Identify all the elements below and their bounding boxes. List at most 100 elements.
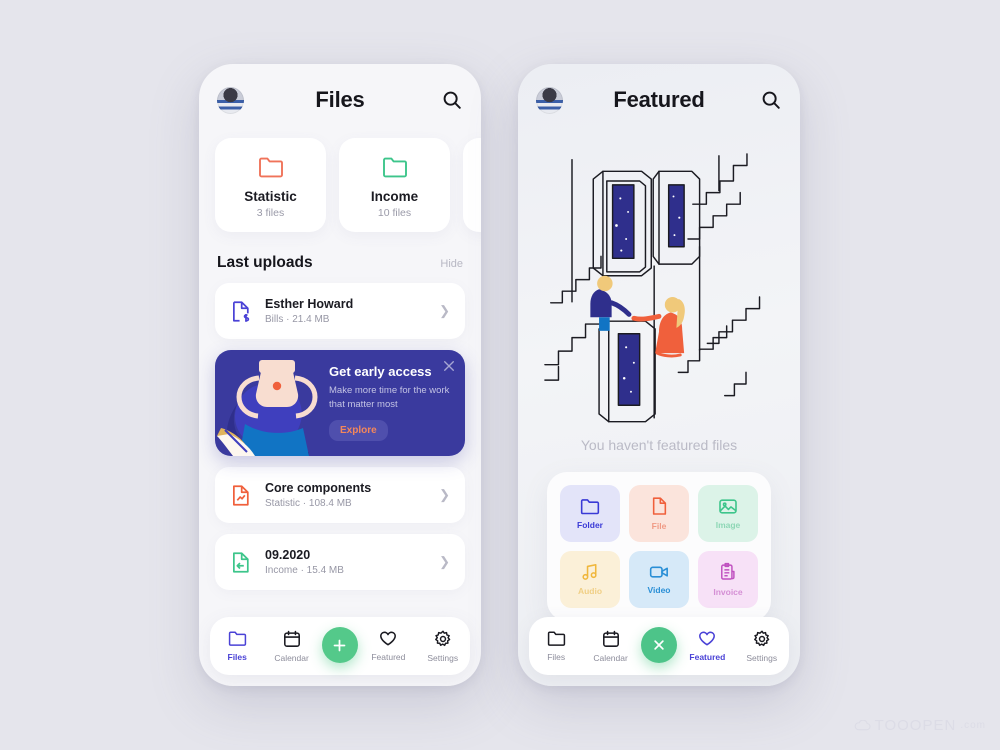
files-screen: Files Statistic 3 files Income 10 files … [199,64,481,686]
nav-item-featured[interactable]: Featured [683,630,731,662]
list-item-meta: Bills · 21.4 MB [265,314,330,325]
calendar-icon [602,630,619,647]
nav-label: Calendar [274,652,309,663]
chevron-right-icon[interactable]: ❯ [439,554,452,570]
nav-item-calendar[interactable]: Calendar [587,630,635,663]
folder-card-name: Income [370,188,419,204]
gear-icon [753,630,770,646]
folder-card-statistic[interactable]: Statistic 3 files [215,138,326,232]
list-item-meta: Statistic · 108.4 MB [265,498,352,509]
music-icon [582,564,597,580]
phone-mockup-featured: Featured You haven't featured files Fold… [518,64,800,686]
folder-card-income[interactable]: Income 10 files [339,138,450,232]
folder-card-count: 10 files [377,206,412,219]
folder-icon [547,631,565,646]
promo-illustration [217,360,318,456]
user-avatar[interactable] [217,86,244,114]
section-title: Last uploads [217,254,313,271]
file-type-file[interactable]: File [629,485,689,542]
search-icon[interactable] [441,89,463,111]
uploads-list-continued: Core components Statistic · 108.4 MB ❯ 0… [199,467,481,590]
heart-icon [380,631,397,646]
bottom-navigation: Files Calendar Featured Settings [529,617,789,675]
hide-link[interactable]: Hide [440,258,463,270]
nav-item-featured[interactable]: Featured [364,630,412,662]
list-item-meta: Income · 15.4 MB [265,565,344,576]
file-icon [652,497,666,515]
list-item-name: 09.2020 [265,548,311,562]
nav-item-settings[interactable]: Settings [738,630,786,663]
list-item[interactable]: Core components Statistic · 108.4 MB ❯ [215,467,465,523]
featured-header: Featured [518,64,800,136]
nav-item-files[interactable]: Files [213,630,261,662]
list-item-text: 09.2020 Income · 15.4 MB [265,548,439,576]
file-type-folder[interactable]: Folder [560,485,620,542]
nav-label: Calendar [593,652,628,663]
phone-mockup-files: Files Statistic 3 files Income 10 files … [199,64,481,686]
design-mockup-canvas: Files Statistic 3 files Income 10 files … [0,0,1000,750]
search-icon[interactable] [760,89,782,111]
files-header: Files [199,64,481,136]
file-type-label: Folder [577,519,603,530]
file-type-video[interactable]: Video [629,551,689,608]
nav-label: Files [227,652,247,662]
file-type-panel: Folder File Image Audio Video Invoice [547,472,771,621]
file-type-invoice[interactable]: Invoice [698,551,758,608]
heart-icon [699,631,716,646]
nav-label: Featured [371,652,406,662]
folder-icon [258,152,284,182]
watermark-suffix: .com [960,720,986,731]
last-uploads-section-header: Last uploads Hide [199,254,481,272]
plus-icon [334,639,346,651]
file-type-label: Invoice [713,587,743,597]
close-icon[interactable] [443,360,455,372]
folder-card-count: 3 files [256,206,285,219]
list-item-name: Esther Howard [265,297,354,311]
explore-button[interactable]: Explore [329,419,388,441]
list-item-text: Core components Statistic · 108.4 MB [265,481,439,509]
nav-label: Files [547,652,566,662]
folder-icon [580,498,600,514]
close-fab-button[interactable] [640,627,677,663]
nav-label: Settings [746,652,778,663]
list-item-name: Core components [265,481,372,495]
add-button[interactable] [321,627,358,663]
file-type-image[interactable]: Image [698,485,758,542]
video-icon [649,566,668,578]
file-type-audio[interactable]: Audio [560,551,620,608]
folder-icon [228,631,246,646]
folder-card-name: Statistic [244,188,297,204]
list-item[interactable]: 09.2020 Income · 15.4 MB ❯ [215,534,465,590]
chevron-right-icon[interactable]: ❯ [439,487,452,503]
watermark-main: TOOOPEN [874,717,957,734]
nav-label: Settings [427,652,459,663]
nav-item-calendar[interactable]: Calendar [268,630,316,663]
document-import-icon [228,550,254,575]
chevron-right-icon[interactable]: ❯ [439,303,452,319]
cloud-icon [854,720,871,731]
nav-label: Featured [689,652,726,662]
nav-item-files[interactable]: Files [532,630,580,662]
nav-item-settings[interactable]: Settings [419,630,467,663]
doors-and-stairs-illustration [518,132,800,432]
folder-card-partial[interactable] [463,138,481,232]
file-type-label: Image [715,519,741,530]
featured-screen: Featured You haven't featured files Fold… [518,64,800,686]
image-icon [719,498,737,514]
folder-card-list: Statistic 3 files Income 10 files [199,138,481,232]
uploads-list: Esther Howard Bills · 21.4 MB ❯ [199,283,481,339]
user-avatar[interactable] [536,86,563,114]
promo-body: Get early access Make more time for the … [329,364,453,441]
promo-banner[interactable]: Get early access Make more time for the … [215,350,465,456]
promo-title: Get early access [329,364,432,379]
document-dollar-icon [228,299,254,324]
list-item-text: Esther Howard Bills · 21.4 MB [265,297,439,325]
file-type-label: Video [647,585,671,595]
watermark: TOOOPEN .com [854,717,986,734]
file-type-label: File [651,521,667,531]
close-icon [654,640,664,650]
list-item[interactable]: Esther Howard Bills · 21.4 MB ❯ [215,283,465,339]
bottom-navigation: Files Calendar Featured Settings [210,617,470,675]
calendar-icon [283,630,300,647]
document-chart-icon [228,483,254,508]
